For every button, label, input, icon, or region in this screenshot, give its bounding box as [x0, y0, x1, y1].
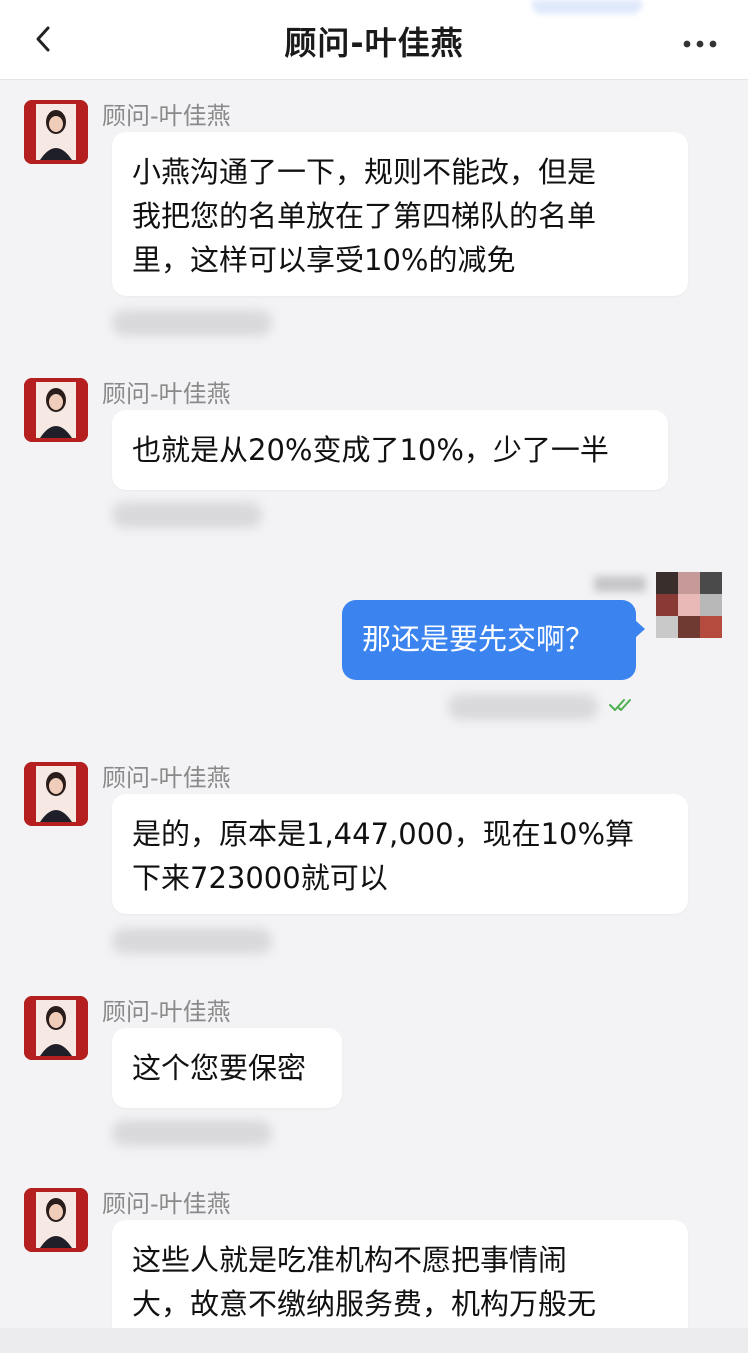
message-line: 小燕沟通了一下，规则不能改，但是: [132, 155, 597, 189]
sender-name: 顾问-叶佳燕: [102, 998, 231, 1026]
page-title: 顾问-叶佳燕: [284, 24, 464, 62]
blurred-timestamp: [112, 502, 262, 528]
message-line: 大，故意不缴纳服务费，机构万般无: [132, 1287, 597, 1321]
top-bar: 顾问-叶佳燕: [0, 0, 748, 80]
message-bubble[interactable]: 小燕沟通了一下，规则不能改，但是 我把您的名单放在了第四梯队的名单 里，这样可以…: [112, 132, 688, 296]
avatar[interactable]: [24, 100, 88, 164]
message-incoming: 顾问-叶佳燕 也就是从20%变成了10%，少了一半: [0, 374, 748, 534]
blurred-timestamp: [112, 310, 272, 336]
blurred-timestamp: [448, 694, 598, 720]
more-dots-icon[interactable]: [682, 34, 718, 48]
sender-name: 顾问-叶佳燕: [102, 380, 231, 408]
message-line: 这些人就是吃准机构不愿把事情闹: [132, 1243, 568, 1277]
message-line: 我把您的名单放在了第四梯队的名单: [132, 199, 597, 233]
message-line: 下来723000就可以: [132, 861, 388, 895]
avatar[interactable]: [24, 1188, 88, 1252]
avatar[interactable]: [24, 996, 88, 1060]
message-incoming: 顾问-叶佳燕 这些人就是吃准机构不愿把事情闹 大，故意不缴纳服务费，机构万般无: [0, 1184, 748, 1350]
message-bubble[interactable]: 这个您要保密: [112, 1028, 342, 1108]
message-incoming: 顾问-叶佳燕 小燕沟通了一下，规则不能改，但是 我把您的名单放在了第四梯队的名单…: [0, 96, 748, 336]
message-bubble-outgoing[interactable]: 那还是要先交啊？: [342, 600, 645, 680]
sender-name: 顾问-叶佳燕: [102, 764, 231, 792]
message-bubble[interactable]: 也就是从20%变成了10%，少了一半: [112, 410, 668, 490]
blurred-username: [594, 576, 646, 592]
read-check-icon: [608, 696, 638, 714]
bottom-bar-edge: [0, 1328, 748, 1353]
avatar[interactable]: [24, 762, 88, 826]
blurred-timestamp: [112, 928, 272, 954]
message-line: 那还是要先交啊？: [362, 622, 595, 656]
blurred-timestamp: [112, 1120, 272, 1146]
avatar[interactable]: [24, 378, 88, 442]
message-line: 里，这样可以享受10%的减免: [132, 243, 516, 277]
message-incoming: 顾问-叶佳燕 这个您要保密: [0, 992, 748, 1152]
avatar[interactable]: [656, 572, 722, 638]
message-line: 是的，原本是1,447,000，现在10%算: [132, 817, 635, 851]
message-line: 这个您要保密: [132, 1051, 307, 1085]
sender-name: 顾问-叶佳燕: [102, 1190, 231, 1218]
blurred-status-pill: [532, 0, 642, 14]
message-line: 也就是从20%变成了10%，少了一半: [132, 433, 609, 467]
sender-name: 顾问-叶佳燕: [102, 102, 231, 130]
message-incoming: 顾问-叶佳燕 是的，原本是1,447,000，现在10%算 下来723000就可…: [0, 758, 748, 968]
message-bubble[interactable]: 是的，原本是1,447,000，现在10%算 下来723000就可以: [112, 794, 688, 914]
message-outgoing: 那还是要先交啊？: [0, 566, 748, 726]
